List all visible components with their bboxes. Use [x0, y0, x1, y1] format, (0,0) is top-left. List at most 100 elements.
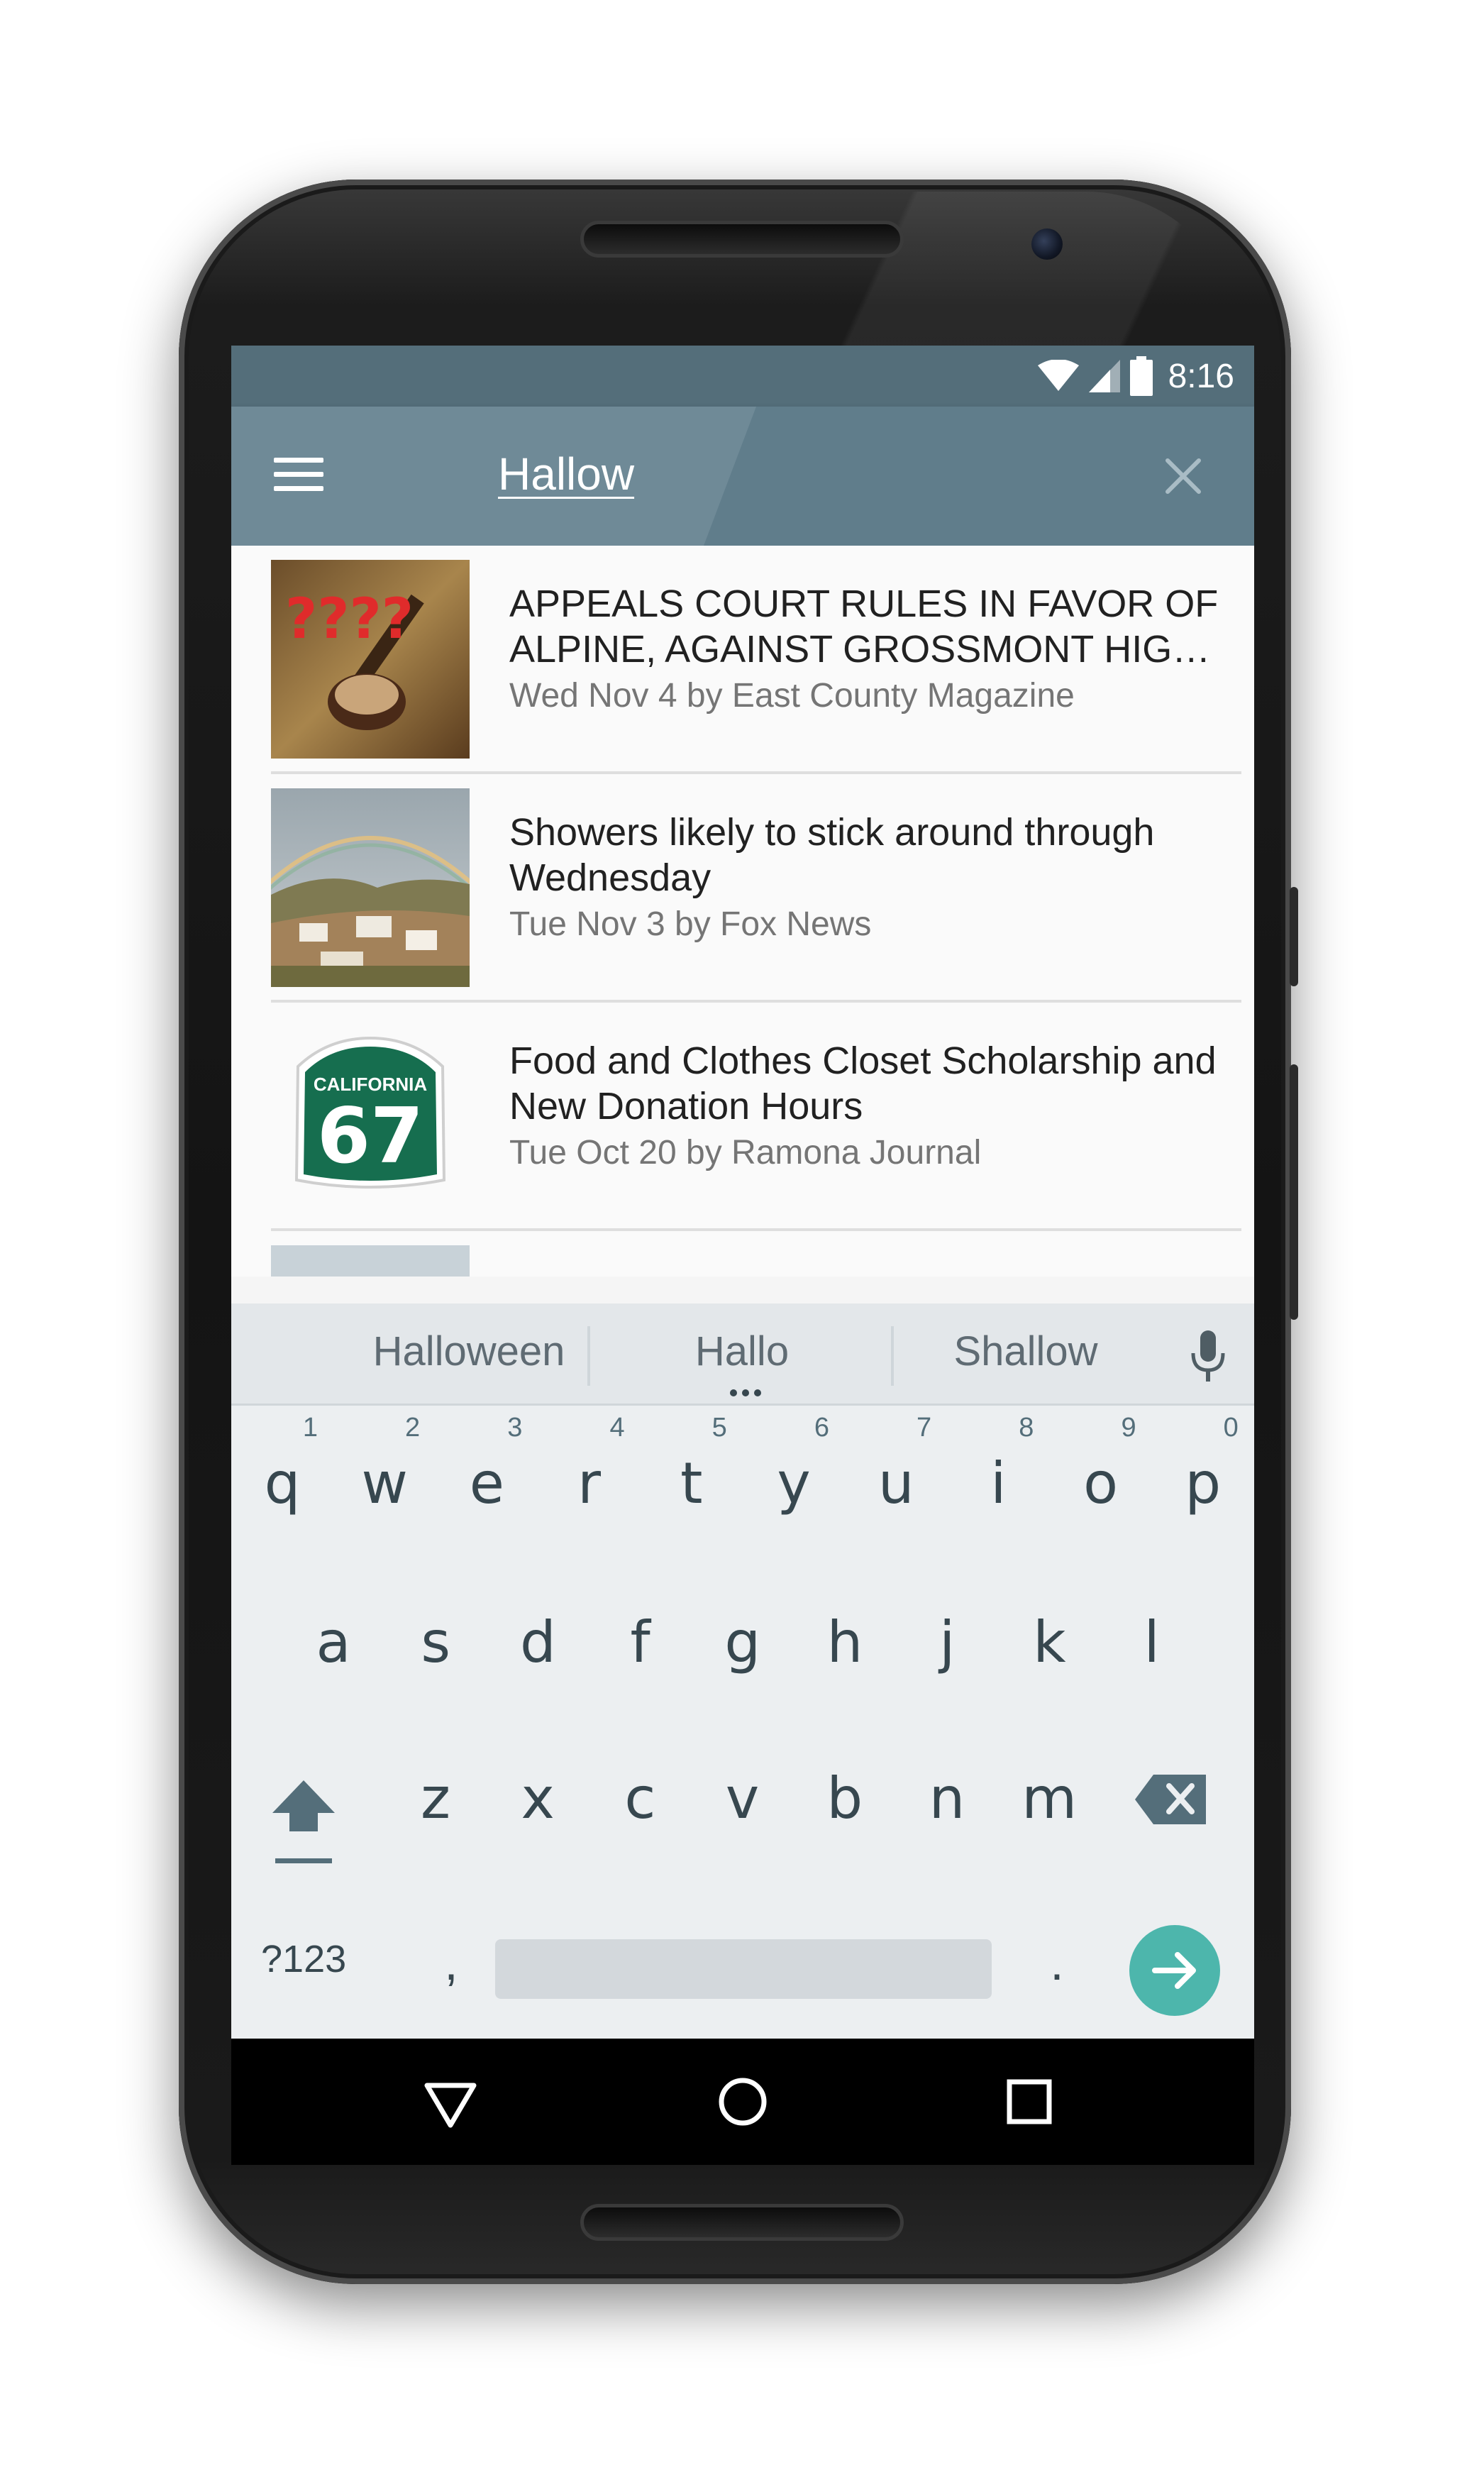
article-item[interactable]: ???? APPEALS COURT RULES IN FAVOR OF ALP… — [271, 546, 1241, 774]
key-number-hint: 9 — [1121, 1413, 1136, 1443]
back-icon[interactable] — [419, 2070, 482, 2134]
status-time: 8:16 — [1168, 357, 1234, 395]
symbols-key[interactable]: ?123 — [261, 1917, 375, 2002]
top-speaker-grille — [580, 221, 904, 258]
key-r[interactable]: r4 — [538, 1406, 641, 1548]
power-button — [1290, 887, 1298, 986]
key-n[interactable]: n — [896, 1721, 998, 1863]
key-o[interactable]: o9 — [1050, 1406, 1152, 1548]
key-g[interactable]: g — [692, 1565, 794, 1707]
shift-key[interactable] — [261, 1760, 346, 1874]
article-thumbnail-partial — [271, 1245, 470, 1277]
article-thumbnail-rainbow — [271, 788, 470, 987]
key-letter: a — [316, 1609, 351, 1675]
key-h[interactable]: h — [794, 1565, 896, 1707]
volume-button — [1290, 1064, 1298, 1320]
key-number-hint: 7 — [917, 1413, 932, 1443]
key-letter: i — [990, 1450, 1007, 1516]
key-letter: b — [826, 1765, 863, 1831]
article-title: Showers likely to stick around through W… — [509, 811, 1155, 899]
key-q[interactable]: q1 — [231, 1406, 333, 1548]
key-number-hint: 4 — [609, 1413, 625, 1443]
key-k[interactable]: k — [998, 1565, 1100, 1707]
key-i[interactable]: i8 — [947, 1406, 1049, 1548]
key-w[interactable]: w2 — [333, 1406, 436, 1548]
key-letter: v — [725, 1765, 760, 1831]
battery-icon — [1129, 356, 1153, 396]
backspace-icon[interactable] — [1132, 1768, 1210, 1831]
key-letter: y — [777, 1450, 811, 1516]
route-sign-number: 67 — [317, 1092, 423, 1181]
key-s[interactable]: s — [384, 1565, 487, 1707]
keyboard-suggestion-bar: Halloween Hallo Shallow — [231, 1303, 1254, 1406]
comma-key[interactable]: , — [416, 1917, 487, 2009]
period-key[interactable]: . — [1021, 1917, 1092, 2009]
wifi-icon — [1037, 360, 1079, 391]
soft-keyboard: q1w2e3r4t5y6u7i8o9p0 asdfghjkl zxcvbnm ?… — [231, 1406, 1254, 2121]
key-number-hint: 5 — [711, 1413, 727, 1443]
key-v[interactable]: v — [692, 1721, 794, 1863]
key-letter: r — [577, 1450, 602, 1516]
key-d[interactable]: d — [487, 1565, 589, 1707]
close-icon[interactable] — [1161, 453, 1206, 499]
key-y[interactable]: y6 — [743, 1406, 845, 1548]
article-meta: Wed Nov 4 by East County Magazine — [509, 677, 1075, 715]
key-letter: f — [630, 1609, 650, 1675]
key-letter: p — [1185, 1450, 1222, 1516]
key-letter: n — [929, 1765, 965, 1831]
cell-signal-icon — [1088, 360, 1120, 392]
key-e[interactable]: e3 — [436, 1406, 538, 1548]
suggestion-divider — [587, 1326, 590, 1386]
key-letter: z — [421, 1765, 450, 1831]
key-number-hint: 8 — [1019, 1413, 1034, 1443]
article-title: Food and Clothes Closet Scholarship and … — [509, 1040, 1217, 1128]
key-t[interactable]: t5 — [641, 1406, 743, 1548]
key-letter: g — [724, 1609, 761, 1675]
article-item[interactable]: Showers likely to stick around through W… — [271, 774, 1241, 1003]
key-b[interactable]: b — [794, 1721, 896, 1863]
article-item-partial[interactable] — [271, 1231, 1241, 1277]
home-icon[interactable] — [711, 2070, 775, 2134]
go-button[interactable] — [1129, 1925, 1220, 2016]
article-item[interactable]: CALIFORNIA 67 Food and Clothes Closet Sc… — [271, 1003, 1241, 1231]
key-number-hint: 3 — [507, 1413, 523, 1443]
more-suggestions-dots-icon — [730, 1389, 761, 1396]
article-thumbnail-gavel: ???? — [271, 560, 470, 759]
navigation-bar — [231, 2039, 1254, 2165]
key-letter: q — [264, 1450, 301, 1516]
space-bar[interactable] — [495, 1939, 992, 1999]
arrow-right-icon — [1152, 1952, 1196, 1989]
article-list: ???? APPEALS COURT RULES IN FAVOR OF ALP… — [231, 546, 1254, 1277]
key-c[interactable]: c — [589, 1721, 691, 1863]
key-letter: u — [877, 1450, 914, 1516]
key-z[interactable]: z — [384, 1721, 487, 1863]
thumbnail-question-marks: ???? — [285, 588, 414, 651]
key-letter: s — [421, 1609, 451, 1675]
mic-icon[interactable] — [1189, 1330, 1227, 1383]
key-letter: e — [469, 1450, 504, 1516]
suggestion-center[interactable]: Hallo — [629, 1328, 855, 1375]
search-input[interactable]: Hallow — [498, 448, 634, 500]
key-letter: m — [1021, 1765, 1078, 1831]
key-l[interactable]: l — [1101, 1565, 1203, 1707]
suggestion-right[interactable]: Shallow — [919, 1328, 1132, 1375]
suggestion-left[interactable]: Halloween — [352, 1328, 586, 1375]
key-letter: t — [680, 1450, 703, 1516]
suggestion-divider — [891, 1326, 894, 1386]
menu-icon[interactable] — [274, 453, 323, 496]
key-letter: k — [1033, 1609, 1066, 1675]
key-u[interactable]: u7 — [845, 1406, 947, 1548]
key-f[interactable]: f — [589, 1565, 692, 1707]
key-letter: j — [939, 1609, 956, 1675]
key-letter: o — [1083, 1450, 1119, 1516]
key-j[interactable]: j — [896, 1565, 998, 1707]
key-m[interactable]: m — [998, 1721, 1100, 1863]
key-letter: d — [520, 1609, 556, 1675]
key-number-hint: 2 — [405, 1413, 421, 1443]
phone-screen: 8:16 Hallow ???? APPEALS COURT RULES IN … — [231, 346, 1254, 2165]
key-letter: x — [521, 1765, 555, 1831]
key-p[interactable]: p0 — [1152, 1406, 1254, 1548]
recents-icon[interactable] — [997, 2070, 1061, 2134]
key-x[interactable]: x — [487, 1721, 589, 1863]
key-a[interactable]: a — [282, 1565, 384, 1707]
